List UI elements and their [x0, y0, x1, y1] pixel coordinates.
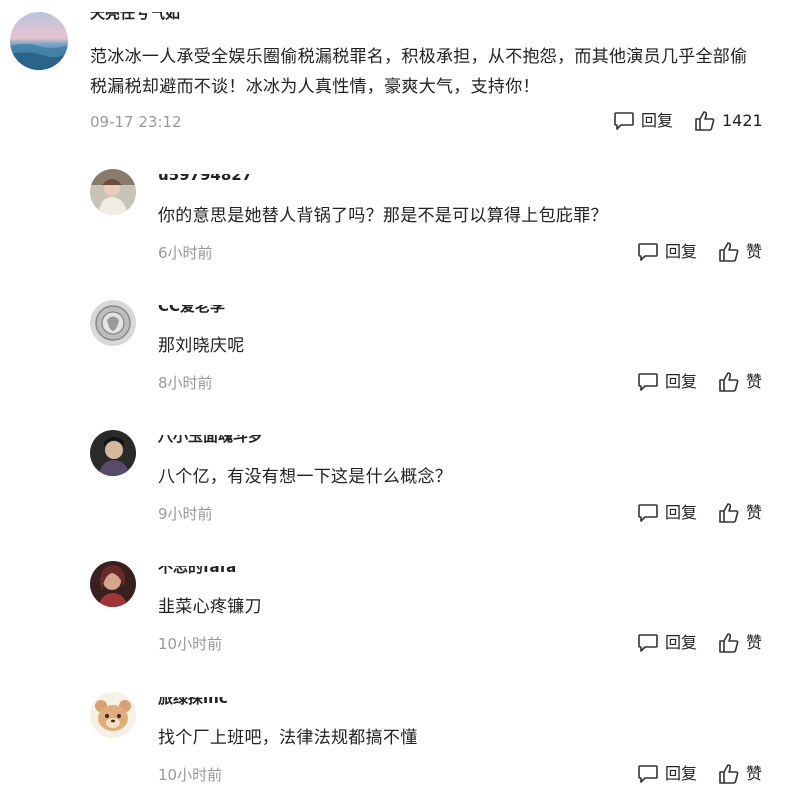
- like-label: 赞: [746, 503, 763, 522]
- thumbs-up-icon: [719, 633, 739, 653]
- thumbs-up-icon: [695, 111, 715, 131]
- reply-button[interactable]: 回复: [637, 241, 697, 263]
- reply-label: 回复: [665, 372, 698, 391]
- like-button[interactable]: 赞: [718, 763, 762, 785]
- thumbs-up-icon: [719, 503, 739, 523]
- thumbs-up-icon: [719, 764, 739, 784]
- reply-button[interactable]: 回复: [637, 763, 697, 785]
- reply-label: 回复: [665, 242, 698, 261]
- timestamp: 10小时前: [158, 766, 223, 784]
- like-label: 赞: [746, 372, 763, 391]
- like-button[interactable]: 1421: [694, 110, 763, 132]
- thumbs-up-icon: [719, 242, 739, 262]
- reply-text: 八个亿，有没有想一下这是什么概念？: [158, 467, 453, 487]
- username[interactable]: 不忘的fafa: [158, 566, 318, 578]
- username[interactable]: 旅绿探inc: [158, 697, 318, 709]
- timestamp: 8小时前: [158, 374, 213, 392]
- comment-bubble-icon: [638, 504, 658, 522]
- avatar[interactable]: [90, 692, 136, 738]
- like-label: 赞: [746, 242, 763, 261]
- reply-button[interactable]: 回复: [613, 110, 673, 132]
- avatar[interactable]: [90, 561, 136, 607]
- timestamp: 9小时前: [158, 505, 213, 523]
- reply-button[interactable]: 回复: [637, 632, 697, 654]
- reply-text: 韭菜心疼镰刀: [158, 597, 262, 617]
- comment-bubble-icon: [638, 373, 658, 391]
- comment-bubble-icon: [638, 634, 658, 652]
- reply-text: 你的意思是她替人背锅了吗？那是不是可以算得上包庇罪？: [158, 206, 608, 226]
- reply-label: 回复: [665, 633, 698, 652]
- like-button[interactable]: 赞: [718, 241, 762, 263]
- username[interactable]: 八小玉面魂斗罗: [158, 435, 318, 447]
- like-button[interactable]: 赞: [718, 502, 762, 524]
- comment-text-line-2: 税漏税却避而不谈！冰冰为人真性情，豪爽大气，支持你！: [90, 77, 540, 97]
- username[interactable]: 天亮任兮气如: [90, 12, 290, 24]
- reply-text: 那刘晓庆呢: [158, 336, 245, 356]
- avatar[interactable]: [90, 430, 136, 476]
- like-count: 1421: [722, 111, 763, 130]
- comment-bubble-icon: [638, 243, 658, 261]
- timestamp: 09-17 23:12: [90, 113, 182, 131]
- reply-label: 回复: [665, 503, 698, 522]
- like-button[interactable]: 赞: [718, 632, 762, 654]
- avatar[interactable]: [90, 300, 136, 346]
- like-button[interactable]: 赞: [718, 371, 762, 393]
- comment-text-line-1: 范冰冰一人承受全娱乐圈偷税漏税罪名，积极承担，从不抱怨，而其他演员几乎全部偷: [90, 47, 748, 67]
- reply-button[interactable]: 回复: [637, 502, 697, 524]
- avatar[interactable]: [10, 12, 68, 70]
- like-label: 赞: [746, 633, 763, 652]
- like-label: 赞: [746, 764, 763, 783]
- reply-label: 回复: [665, 764, 698, 783]
- reply-button[interactable]: 回复: [637, 371, 697, 393]
- timestamp: 6小时前: [158, 244, 213, 262]
- reply-label: 回复: [641, 111, 674, 130]
- username[interactable]: u59794827: [158, 174, 318, 186]
- timestamp: 10小时前: [158, 635, 223, 653]
- comment-bubble-icon: [614, 112, 634, 130]
- comment-bubble-icon: [638, 765, 658, 783]
- thumbs-up-icon: [719, 372, 739, 392]
- avatar[interactable]: [90, 169, 136, 215]
- username[interactable]: CC爱老李: [158, 305, 318, 317]
- reply-text: 找个厂上班吧，法律法规都搞不懂: [158, 728, 418, 748]
